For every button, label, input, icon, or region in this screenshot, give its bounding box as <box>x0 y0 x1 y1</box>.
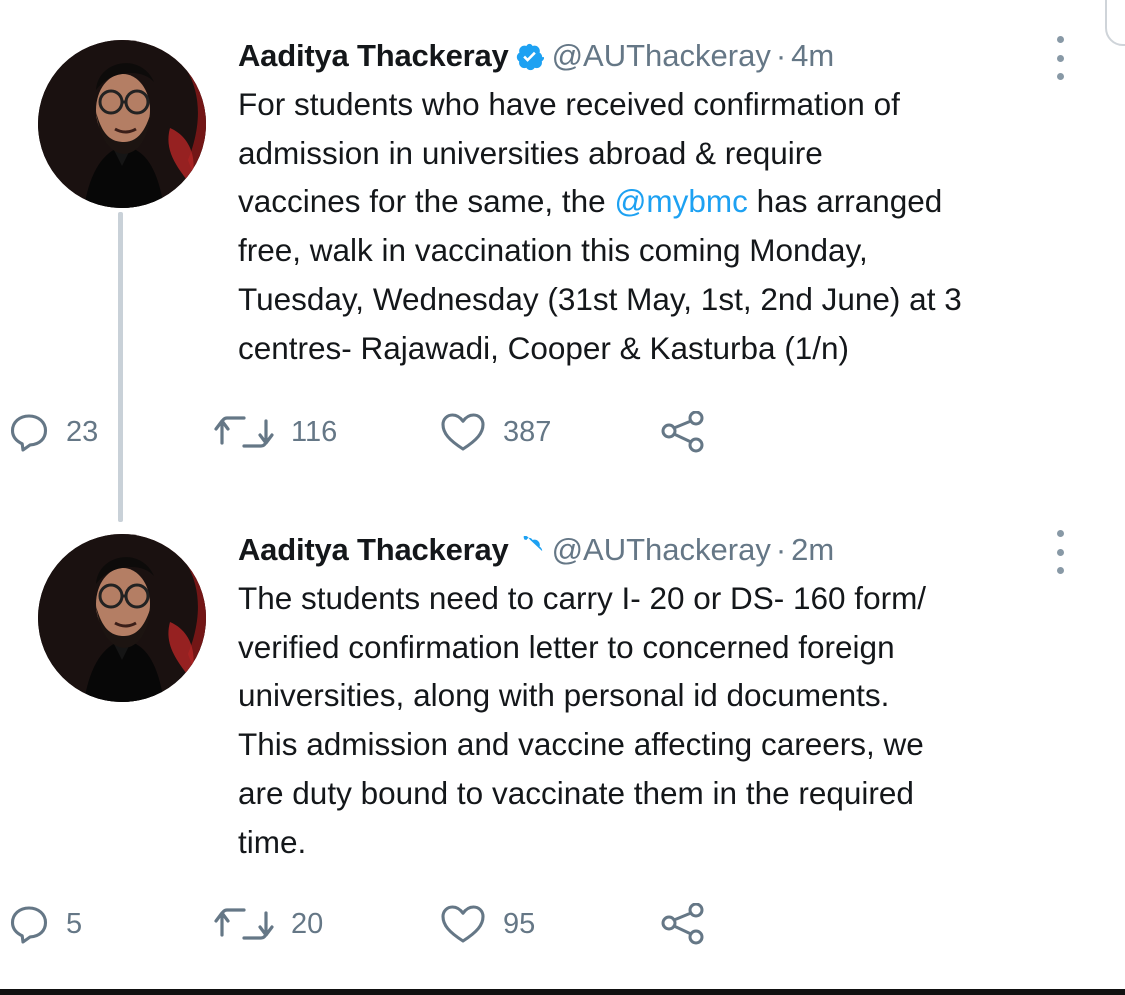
reply-button[interactable]: 23 <box>8 411 213 453</box>
share-button[interactable] <box>657 903 709 945</box>
reply-button[interactable]: 5 <box>8 903 213 945</box>
tweet-text-line: Tuesday, Wednesday (31st May, 1st, 2nd J… <box>238 280 962 317</box>
like-count: 387 <box>503 415 552 448</box>
profile-photo <box>38 534 206 702</box>
profile-avatar[interactable] <box>38 534 206 702</box>
verified-badge-icon <box>516 43 544 70</box>
author-handle[interactable]: @AUThackeray <box>552 38 771 74</box>
tweet-text-line: universities, along with personal id doc… <box>238 677 890 714</box>
tweet-thread-screenshot: Aaditya Thackeray @AUThackeray · 4m For … <box>0 0 1125 995</box>
retweet-button[interactable]: 116 <box>213 411 439 453</box>
author-name[interactable]: Aaditya Thackeray <box>238 532 509 568</box>
meta-separator: · <box>775 532 787 567</box>
heart-icon <box>441 413 485 451</box>
bottom-edge-bar <box>0 989 1125 995</box>
tweet-timestamp[interactable]: 2m <box>791 532 834 568</box>
tweet-text-segment: has arranged <box>747 183 943 220</box>
share-icon <box>661 411 704 453</box>
tweet-text-line: free, walk in vaccination this coming Mo… <box>238 232 868 269</box>
tweet-text-line-with-mention: vaccines for the same, the @mybmc has ar… <box>238 177 1098 226</box>
tweet-text-line: are duty bound to vaccinate them in the … <box>238 774 914 811</box>
meta-separator: · <box>775 38 787 73</box>
retweet-button[interactable]: 20 <box>213 903 439 945</box>
reply-count: 23 <box>66 415 99 448</box>
retweet-icon <box>214 416 274 448</box>
like-count: 95 <box>503 907 536 940</box>
tweet-content: Aaditya Thackeray @AUThackeray · 4m For … <box>238 34 1098 372</box>
verified-badge-icon <box>522 535 542 556</box>
tweet-text-segment: vaccines for the same, the <box>238 183 615 220</box>
tweet-text-line: admission in universities abroad & requi… <box>238 134 823 171</box>
tweet-text-line: time. <box>238 823 307 860</box>
mention-link[interactable]: @mybmc <box>614 183 747 219</box>
tweet-header: Aaditya Thackeray @AUThackeray · 4m <box>238 34 1098 78</box>
like-button[interactable]: 95 <box>439 903 657 945</box>
tweet-text: The students need to carry I- 20 or DS- … <box>238 574 1098 866</box>
profile-avatar[interactable] <box>38 40 206 208</box>
profile-photo <box>38 40 206 208</box>
tweet-actions: 5 20 95 <box>8 900 709 948</box>
heart-icon <box>441 905 485 943</box>
thread-connector-line <box>118 212 123 522</box>
reply-bubble-icon <box>10 414 48 452</box>
retweet-count: 20 <box>291 907 324 940</box>
like-button[interactable]: 387 <box>439 411 657 453</box>
author-handle[interactable]: @AUThackeray <box>552 532 771 568</box>
tweet-text-line: This admission and vaccine affecting car… <box>238 726 924 763</box>
retweet-count: 116 <box>291 415 338 448</box>
reply-bubble-icon <box>10 906 48 944</box>
tweet-header: Aaditya Thackeray @AUThackeray · 2m <box>238 528 1098 572</box>
share-icon <box>661 903 704 945</box>
more-vertical-icon[interactable] <box>1052 530 1068 574</box>
tweet-text-line: centres- Rajawadi, Cooper & Kasturba (1/… <box>238 329 850 366</box>
retweet-icon <box>214 908 274 940</box>
tweet-text-line: The students need to carry I- 20 or DS- … <box>238 580 927 616</box>
tweet-text-line: For students who have received confirmat… <box>238 86 900 122</box>
tweet-timestamp[interactable]: 4m <box>791 38 834 74</box>
author-name[interactable]: Aaditya Thackeray <box>238 38 509 74</box>
tweet-text-line: verified confirmation letter to concerne… <box>238 628 895 665</box>
tweet-text: For students who have received confirmat… <box>238 80 1098 372</box>
share-button[interactable] <box>657 411 709 453</box>
reply-count: 5 <box>66 907 83 940</box>
top-right-edge-element <box>1105 0 1125 46</box>
more-vertical-icon[interactable] <box>1052 36 1068 80</box>
tweet-actions: 23 116 387 <box>8 408 709 456</box>
tweet-content: Aaditya Thackeray @AUThackeray · 2m The … <box>238 528 1098 866</box>
